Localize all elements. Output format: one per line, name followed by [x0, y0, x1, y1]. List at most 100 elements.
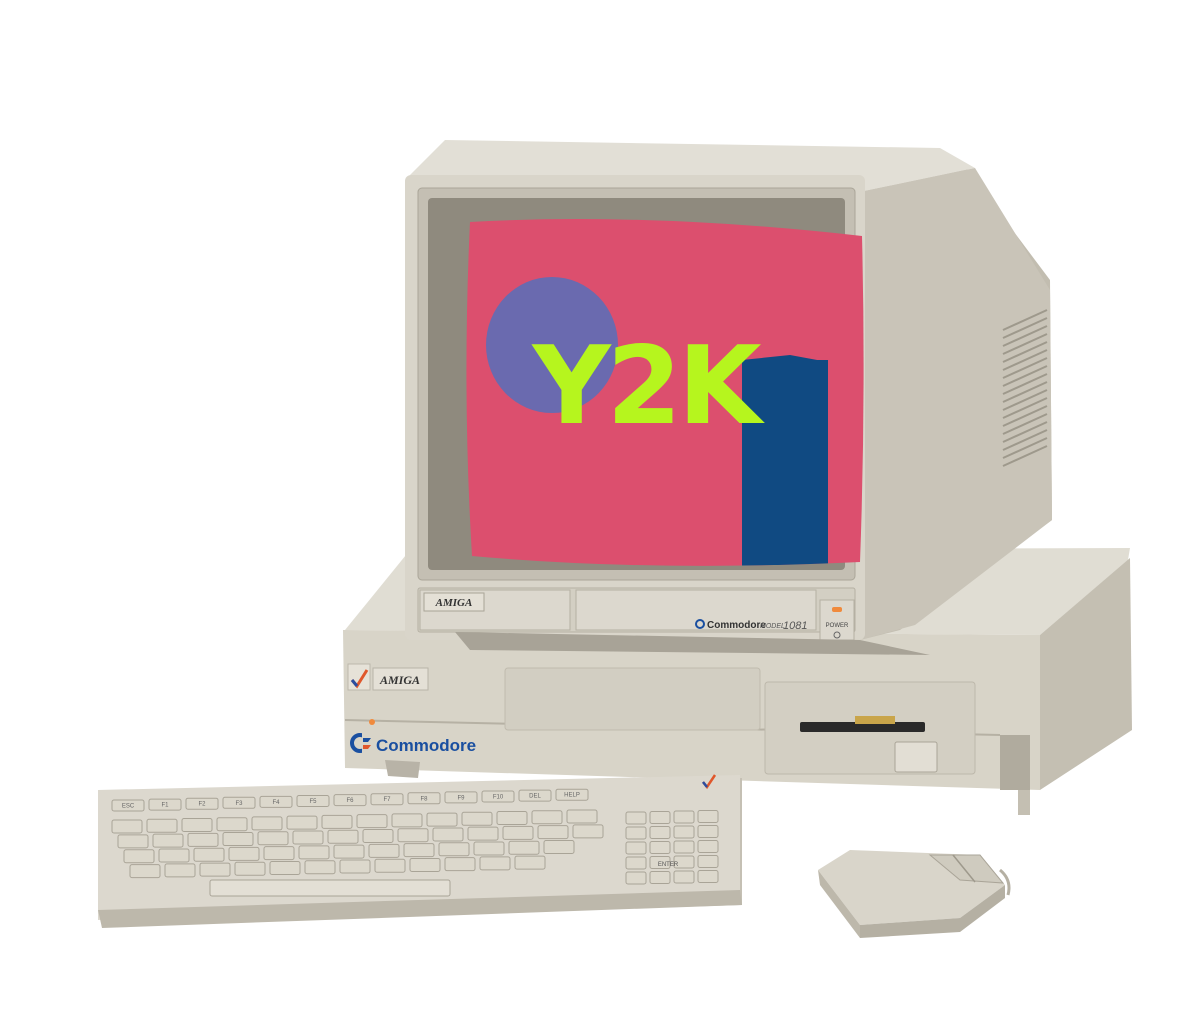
monitor-commodore-text: Commodore	[707, 620, 766, 631]
key[interactable]	[257, 831, 289, 846]
key[interactable]	[426, 812, 458, 827]
key[interactable]	[193, 847, 225, 862]
key[interactable]	[129, 864, 161, 879]
key[interactable]	[432, 827, 464, 842]
key[interactable]	[391, 813, 423, 828]
numpad-key[interactable]	[673, 840, 695, 854]
key[interactable]	[321, 814, 353, 829]
key[interactable]	[286, 815, 318, 830]
key[interactable]	[187, 832, 219, 847]
numpad-key[interactable]	[649, 871, 671, 884]
function-key-label: F6	[346, 798, 354, 804]
key[interactable]	[234, 861, 266, 876]
numpad-key[interactable]	[673, 870, 695, 884]
key[interactable]	[479, 856, 511, 871]
power-label: POWER	[826, 623, 849, 629]
function-key-label: F5	[309, 799, 317, 805]
key[interactable]	[508, 840, 540, 855]
power-led	[832, 607, 842, 612]
floppy-disk	[855, 716, 895, 724]
function-key-label: F8	[420, 796, 428, 802]
key[interactable]	[216, 817, 248, 832]
key[interactable]	[263, 846, 295, 861]
key[interactable]	[467, 826, 499, 841]
numpad-key[interactable]	[649, 811, 671, 824]
key[interactable]	[531, 810, 563, 825]
function-key-label: F10	[493, 795, 504, 801]
key[interactable]	[152, 833, 184, 848]
floppy-drive[interactable]	[764, 681, 976, 775]
function-key-label: DEL	[529, 794, 541, 800]
key[interactable]	[374, 858, 406, 873]
function-key-label: HELP	[564, 793, 580, 799]
key[interactable]	[537, 825, 569, 840]
eject-button[interactable]	[894, 741, 938, 773]
key[interactable]	[146, 818, 178, 833]
key[interactable]	[514, 855, 546, 870]
key[interactable]	[228, 846, 260, 861]
key[interactable]	[269, 861, 301, 876]
key[interactable]	[304, 860, 336, 875]
key[interactable]	[572, 824, 604, 839]
monitor-model-number: 1081	[783, 620, 807, 632]
key[interactable]	[251, 816, 283, 831]
key[interactable]	[496, 811, 528, 826]
base-commodore-text: Commodore	[376, 736, 476, 755]
numpad-key[interactable]	[673, 810, 695, 824]
key[interactable]	[356, 814, 388, 829]
key[interactable]	[298, 845, 330, 860]
key[interactable]	[292, 830, 324, 845]
side-connector	[1000, 735, 1030, 790]
screen-headline: Y2K	[530, 324, 764, 449]
function-key-label: F7	[383, 797, 391, 803]
key[interactable]	[368, 843, 400, 858]
enter-key-label: ENTER	[658, 862, 679, 868]
numpad-key[interactable]	[697, 840, 719, 853]
base-power-led	[369, 719, 375, 725]
mouse[interactable]	[818, 850, 1011, 938]
space-bar[interactable]	[209, 879, 451, 897]
key[interactable]	[444, 857, 476, 872]
key[interactable]	[123, 849, 155, 864]
numpad-key[interactable]	[697, 825, 719, 838]
numpad-key[interactable]	[625, 811, 647, 825]
function-key-label: F1	[161, 803, 169, 809]
key[interactable]	[502, 825, 534, 840]
numpad-key[interactable]	[649, 826, 671, 839]
function-key-label: F9	[457, 795, 465, 801]
key[interactable]	[199, 862, 231, 877]
numpad-key[interactable]	[697, 855, 719, 868]
key[interactable]	[339, 859, 371, 874]
numpad-key[interactable]	[625, 871, 647, 885]
key[interactable]	[461, 811, 493, 826]
key[interactable]	[222, 832, 254, 847]
key[interactable]	[164, 863, 196, 878]
key[interactable]	[362, 828, 394, 843]
monitor-model-prefix: MODEL	[760, 623, 785, 630]
key[interactable]	[327, 829, 359, 844]
function-key-label: F2	[198, 802, 206, 808]
numpad-key[interactable]	[673, 825, 695, 839]
keyboard: ESC F1 F2 F3 F4 F5 F6 F7 F8 F9 F10 DEL HELP ENTER	[98, 774, 742, 928]
key[interactable]	[566, 809, 598, 824]
numpad-key[interactable]	[625, 856, 647, 870]
numpad-key[interactable]	[625, 826, 647, 840]
key[interactable]	[111, 819, 143, 834]
key[interactable]	[473, 841, 505, 856]
key[interactable]	[438, 842, 470, 857]
checkmark-logo-icon	[347, 663, 371, 691]
key[interactable]	[158, 848, 190, 863]
monitor: Y2K AMIGA Commodore MODEL 1081 POWER	[405, 140, 1052, 655]
key[interactable]	[117, 834, 149, 849]
key[interactable]	[403, 843, 435, 858]
key[interactable]	[181, 817, 213, 832]
numpad-key[interactable]	[625, 841, 647, 855]
key[interactable]	[333, 844, 365, 859]
key[interactable]	[409, 857, 441, 872]
key[interactable]	[397, 828, 429, 843]
numpad-key[interactable]	[649, 841, 671, 854]
power-panel	[819, 599, 855, 641]
numpad-key[interactable]	[697, 870, 719, 883]
key[interactable]	[543, 839, 575, 854]
numpad-key[interactable]	[697, 810, 719, 823]
